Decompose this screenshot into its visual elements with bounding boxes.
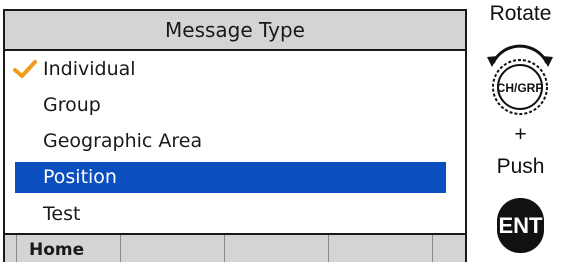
message-type-list: Individual Group Geographic Area Positio… [5, 51, 465, 232]
screen-title: Message Type [5, 11, 465, 51]
menu-item-label: Test [43, 203, 81, 225]
menu-item-group[interactable]: Group [5, 87, 465, 123]
menu-item-label: Position [43, 166, 117, 188]
plus-sign: + [514, 123, 527, 146]
checkmark-icon [13, 60, 37, 78]
menu-item-geographic-area[interactable]: Geographic Area [5, 123, 465, 159]
ent-button[interactable]: ENT [497, 198, 544, 253]
ch-grp-knob[interactable]: CH/GRP [483, 37, 557, 117]
menu-item-label: Individual [43, 58, 136, 80]
menu-item-position[interactable]: Position [15, 162, 446, 193]
softkey-bar: Home [5, 233, 465, 262]
push-label: Push [496, 155, 545, 178]
softkey-0[interactable] [5, 235, 17, 262]
softkey-5[interactable] [433, 235, 453, 262]
softkey-3[interactable] [225, 235, 329, 262]
softkey-home[interactable]: Home [17, 235, 121, 262]
knob-label: CH/GRP [497, 81, 544, 95]
menu-item-label: Group [43, 94, 101, 116]
rotate-label: Rotate [489, 2, 552, 25]
radio-display: Message Type Individual Group Geographic… [3, 9, 467, 262]
menu-item-test[interactable]: Test [5, 196, 465, 232]
softkey-2[interactable] [121, 235, 225, 262]
menu-item-individual[interactable]: Individual [5, 51, 465, 87]
control-guide: Rotate CH/GRP + Push ENT [480, 0, 561, 262]
softkey-4[interactable] [329, 235, 433, 262]
menu-item-label: Geographic Area [43, 130, 203, 152]
